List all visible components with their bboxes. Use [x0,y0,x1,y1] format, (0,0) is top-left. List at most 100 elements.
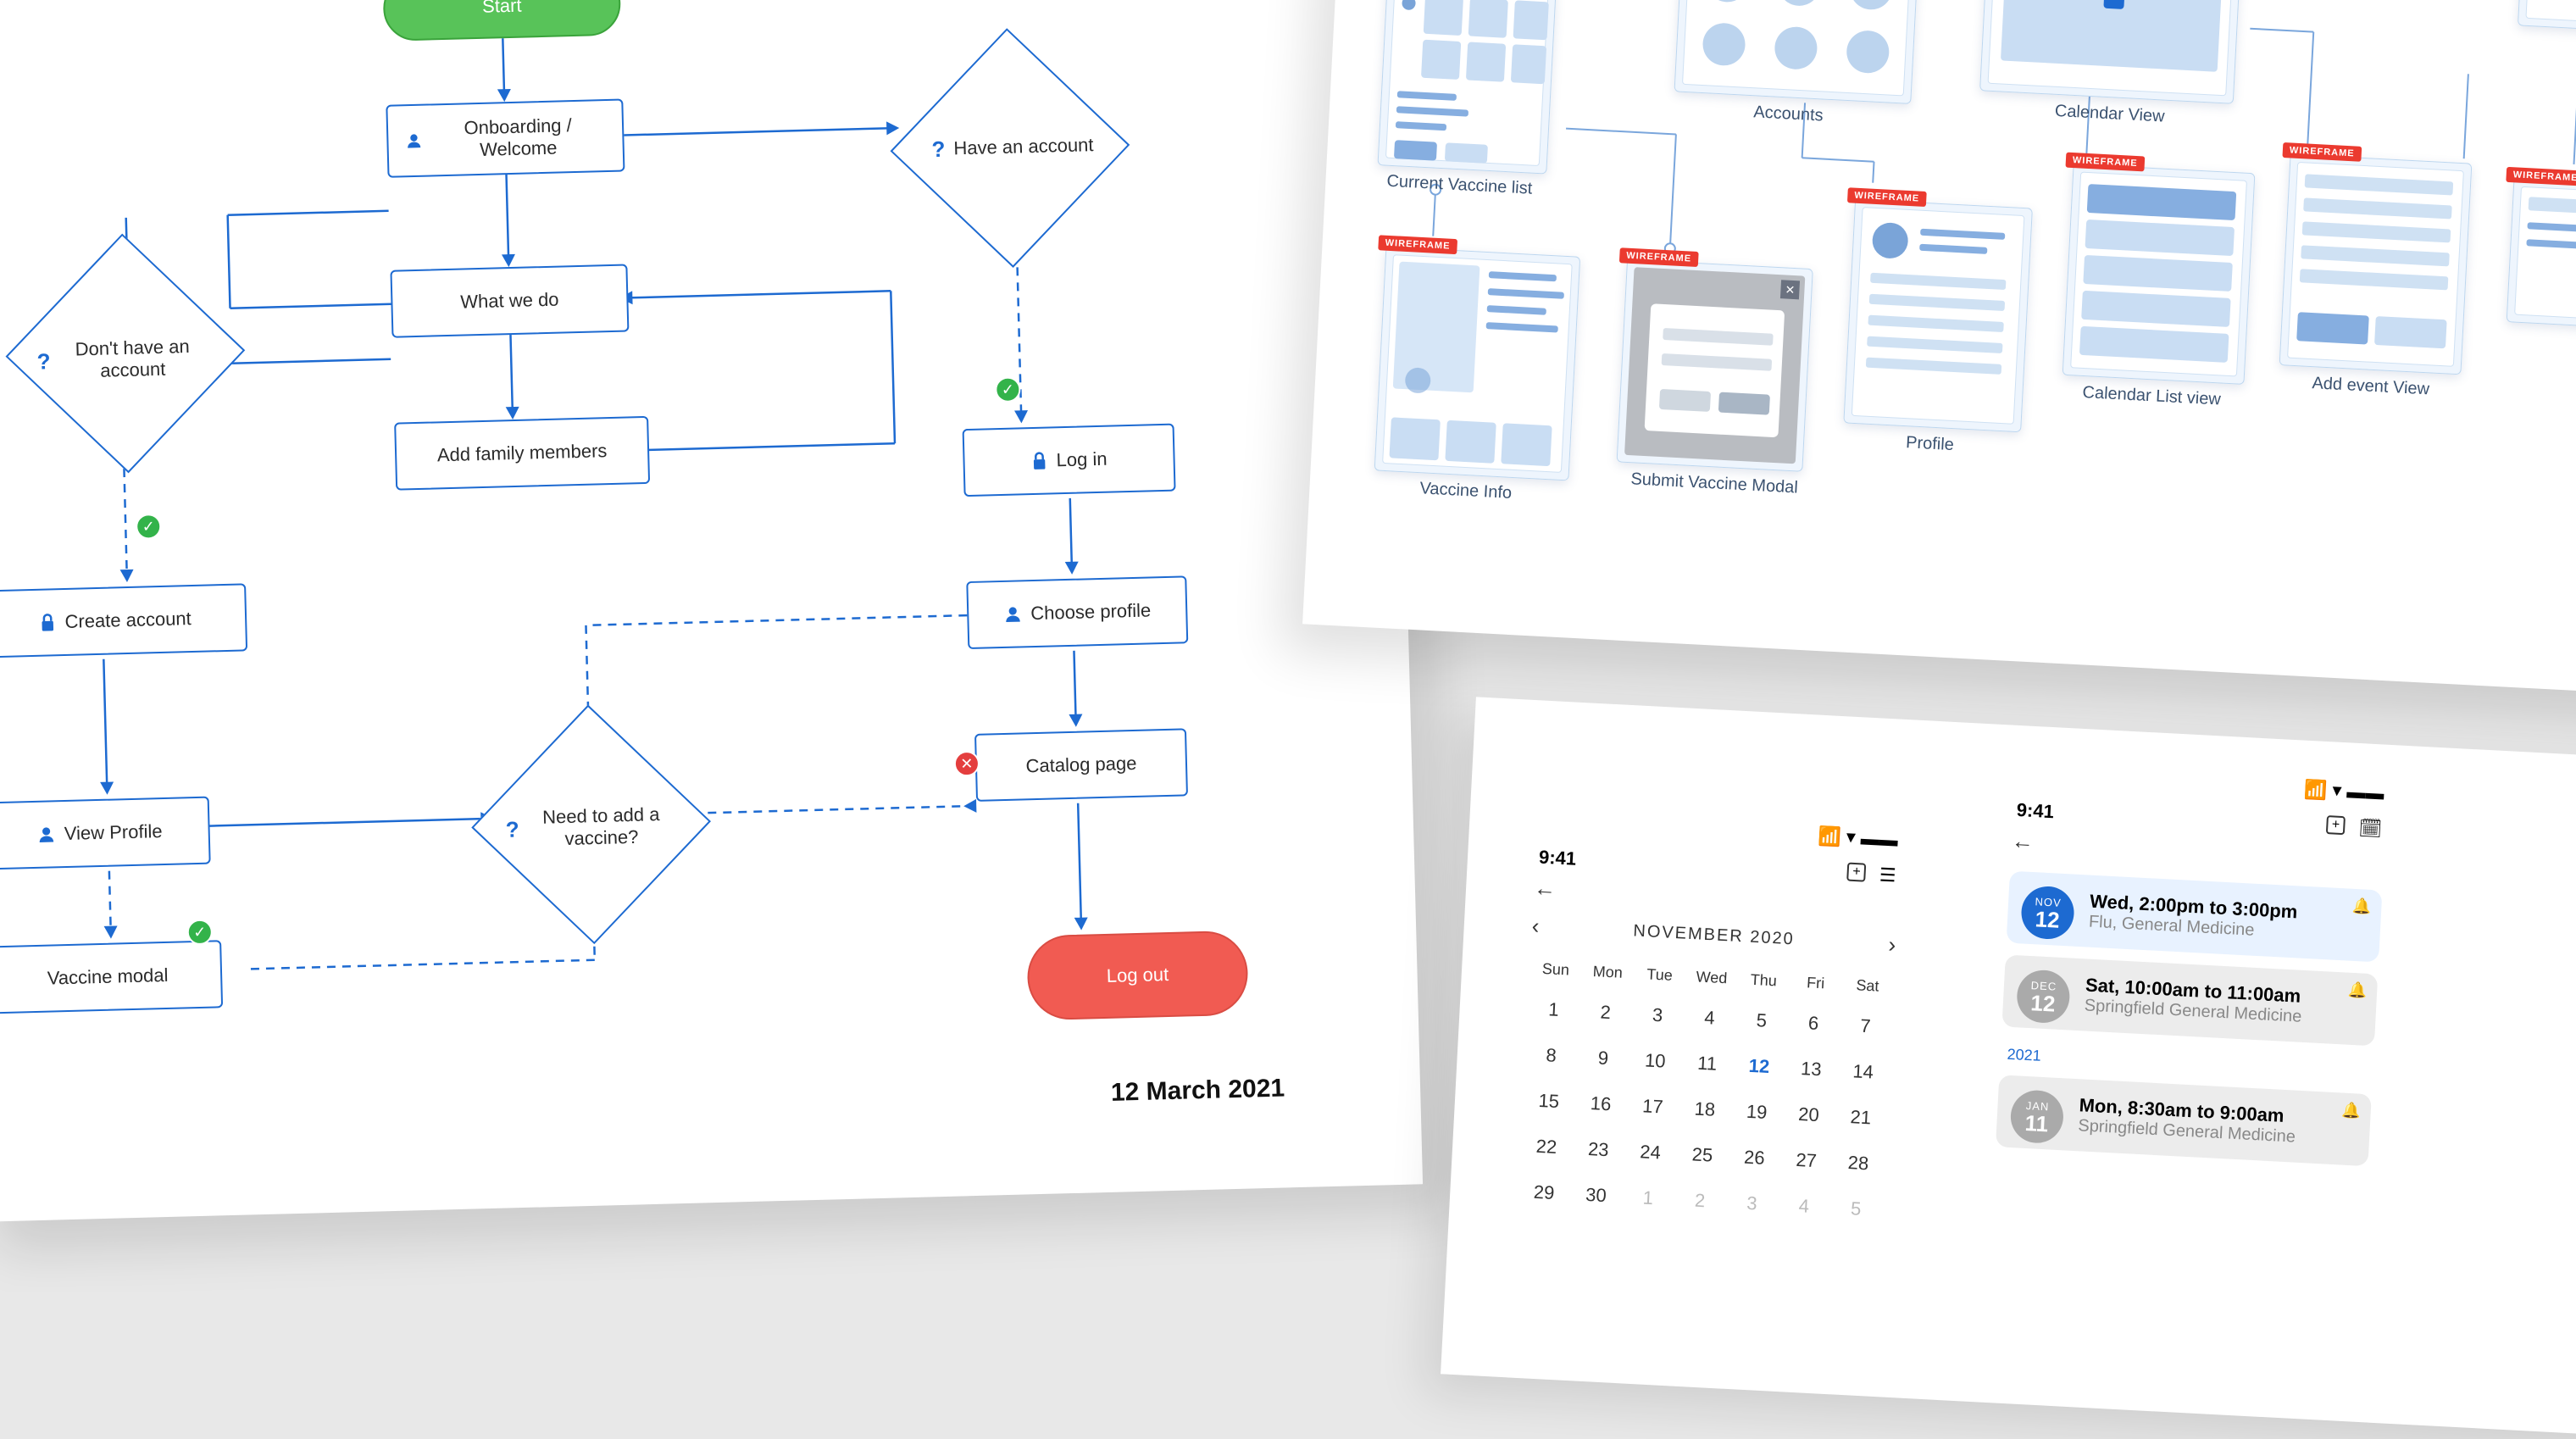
calendar-day[interactable]: 11 [1680,1040,1735,1088]
calendar-day[interactable]: 4 [1777,1182,1831,1231]
add-box-icon[interactable]: + [2326,815,2346,835]
onboarding-label: Onboarding / Welcome [430,114,606,162]
weekday-label: Sat [1840,967,1894,1004]
wf-label-calendar: Calendar View [2054,102,2165,127]
add-box-icon[interactable]: + [1846,863,1866,882]
calendar-day[interactable]: 10 [1628,1036,1682,1085]
event-card[interactable]: 🔔NOV12Wed, 2:00pm to 3:00pmFlu, General … [2007,871,2383,963]
list-icon[interactable]: ☰ [1879,864,1896,887]
calendar-day[interactable]: 29 [1517,1169,1571,1217]
calendar-day[interactable]: 28 [1831,1139,1885,1187]
wf-label-accounts: Accounts [1753,103,1824,125]
calendar-day[interactable]: 1 [1621,1174,1675,1222]
add-family-label: Add family members [437,440,608,466]
wf-card-calendar: WIREFRAME [1979,0,2243,104]
event-card[interactable]: 🔔JAN11Mon, 8:30am to 9:00amSpringfield G… [1996,1075,2372,1166]
calendar-day[interactable]: 1 [1526,986,1580,1034]
calendar-day[interactable]: 12 [1732,1042,1786,1091]
back-icon[interactable]: ← [2011,828,2035,854]
calendar-day[interactable]: 15 [1522,1077,1576,1125]
wf-tag: WIREFRAME [2282,142,2362,162]
calendar-days: 1234567891011121314151617181920212223242… [1508,986,1901,1234]
calendar-day[interactable]: 14 [1836,1047,1890,1096]
event-date-badge: JAN11 [2009,1089,2064,1144]
calendar-day[interactable]: 20 [1781,1091,1835,1139]
calendar-day[interactable]: 21 [1834,1093,1888,1142]
user-icon [37,825,57,844]
month-title: NOVEMBER 2020 [1633,921,1795,949]
calendar-day[interactable]: 26 [1727,1134,1781,1182]
bell-icon[interactable]: 🔔 [2351,897,2371,916]
event-date-badge: DEC12 [2016,969,2071,1024]
calendar-day[interactable]: 17 [1625,1082,1679,1131]
battery-icon: ▬▬ [2346,781,2384,804]
calendar-day[interactable]: 3 [1630,991,1685,1039]
create-account-node: Create account [0,583,247,658]
question-icon: ? [931,136,946,164]
bell-icon[interactable]: 🔔 [2341,1101,2361,1120]
view-profile-node: View Profile [0,797,211,870]
login-node: Log in [963,424,1176,497]
calendar-day[interactable]: 5 [1829,1185,1883,1233]
chevron-right-icon[interactable]: › [1888,931,1896,958]
wifi-icon: ▾ [1846,825,1856,848]
catalog-node: Catalog page [974,728,1188,802]
wf-card-vaccine-info: WIREFRAME [1374,247,1581,481]
phone-calendar: 📶 ▾ ▬▬ 9:41 + ☰ ← ‹ NOVEMBER 2020 › SunM… [1508,802,1911,1234]
wf-label-submit-modal: Submit Vaccine Modal [1630,469,1798,497]
start-node: Start [382,0,621,42]
view-profile-label: View Profile [64,820,162,845]
event-card[interactable]: 🔔DEC12Sat, 10:00am to 11:00amSpringfield… [2001,954,2378,1046]
calendar-day[interactable]: 2 [1673,1176,1727,1225]
calendar-day[interactable]: 6 [1786,999,1840,1047]
wf-tag: WIREFRAME [1619,247,1699,267]
need-vaccine-label: Need to add a vaccine? [527,803,675,852]
weekday-label: Wed [1685,959,1738,997]
calendar-day[interactable]: 2 [1579,988,1633,1036]
calendar-day[interactable]: 8 [1524,1031,1579,1080]
calendar-day[interactable]: 24 [1624,1128,1678,1176]
calendar-day[interactable]: 30 [1568,1171,1623,1220]
calendar-day[interactable]: 7 [1838,1002,1892,1050]
what-we-do-label: What we do [460,289,559,314]
close-icon: ✕ [1780,280,1800,299]
signal-icon: 📶 [1818,825,1842,848]
calendar-day[interactable]: 3 [1724,1180,1779,1228]
calendar-day[interactable]: 4 [1682,994,1736,1042]
back-icon[interactable]: ← [1533,875,1557,901]
calendar-day[interactable]: 22 [1519,1123,1574,1171]
calendar-icon[interactable]: 🗓 [2358,817,2383,840]
weekday-label: Fri [1789,964,1842,1002]
vaccine-modal-label: Vaccine modal [47,964,168,990]
wf-label-cal-list: Calendar List view [2082,383,2221,410]
wf-label-add-event: Add event View [2312,374,2430,399]
user-icon [405,131,423,151]
wf-card-submit-modal: WIREFRAME ✕ [1617,259,1813,472]
event-date-badge: NOV12 [2020,885,2075,940]
chevron-left-icon[interactable]: ‹ [1531,913,1540,939]
wf-label-profile: Profile [1906,433,1955,455]
events-list: 🔔NOV12Wed, 2:00pm to 3:00pmFlu, General … [1987,870,2390,1167]
calendar-day[interactable]: 5 [1735,997,1789,1045]
calendar-day[interactable]: 25 [1675,1131,1729,1179]
calendar-day[interactable]: 18 [1678,1086,1732,1134]
calendar-day[interactable]: 16 [1574,1080,1628,1128]
catalog-label: Catalog page [1025,753,1137,777]
flowchart-panel: Start Onboarding / Welcome What we do Ad… [0,0,1423,1222]
lock-icon [1030,451,1048,472]
weekday-label: Tue [1633,957,1686,994]
bell-icon[interactable]: 🔔 [2347,981,2367,1000]
year-label: 2021 [1991,1038,2382,1083]
calendar-day[interactable]: 27 [1779,1136,1834,1185]
user-icon [1003,604,1023,624]
calendar-day[interactable]: 19 [1729,1088,1784,1136]
calendar-day[interactable]: 13 [1784,1045,1838,1093]
choose-profile-node: Choose profile [966,575,1188,649]
calendar-day[interactable]: 23 [1571,1125,1625,1174]
weekday-label: Sun [1529,951,1582,988]
wf-card-vaccine-list: WIREFRAME [1377,0,1556,175]
onboarding-node: Onboarding / Welcome [386,99,625,178]
calendar-day[interactable]: 9 [1576,1034,1630,1082]
phone-events: 📶 ▾ ▬▬ 9:41 + 🗓 ← 🔔NOV12Wed, 2:00pm to 3… [1986,754,2396,1178]
lock-icon [39,612,57,633]
